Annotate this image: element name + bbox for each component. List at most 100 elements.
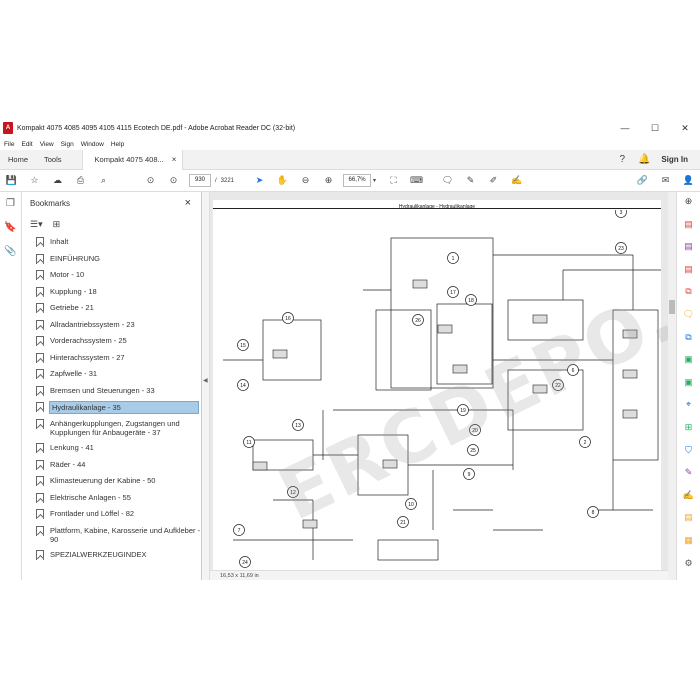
- protect-shield-icon[interactable]: ⛉: [677, 441, 700, 464]
- bookmark-label: Vorderachssystem - 25: [50, 336, 127, 345]
- collapse-panel-icon[interactable]: ◀: [203, 377, 208, 384]
- bookmark-item[interactable]: Kupplung - 18: [22, 284, 201, 301]
- bookmark-item[interactable]: Hydraulikanlage - 35: [22, 399, 201, 416]
- export-pdf-icon[interactable]: ▤: [677, 215, 700, 238]
- comment-icon[interactable]: 🗨: [436, 175, 459, 186]
- bookmark-label: Räder - 44: [50, 459, 86, 469]
- save-icon[interactable]: 💾: [0, 175, 23, 186]
- rich-media-icon[interactable]: ⊞: [677, 418, 700, 441]
- bookmark-item[interactable]: SPEZIALWERKZEUGINDEX: [22, 547, 201, 564]
- page-thumbnails-icon[interactable]: ❐: [0, 192, 21, 216]
- bookmark-item[interactable]: Elektrische Anlagen - 55: [22, 490, 201, 507]
- zoom-search-tool-icon[interactable]: ⊕: [677, 192, 700, 215]
- bookmark-item[interactable]: Anhängerkupplungen, Zugstangen und Kuppl…: [22, 416, 201, 440]
- tab-document[interactable]: Kompakt 4075 408... ×: [81, 149, 184, 170]
- upload-cloud-icon[interactable]: ☁: [46, 175, 69, 186]
- sign-icon[interactable]: ✍: [505, 175, 528, 186]
- zoom-dropdown-icon[interactable]: ▾: [373, 177, 376, 184]
- page-separator: /: [215, 177, 217, 184]
- add-user-icon[interactable]: 👤: [677, 175, 700, 186]
- bookmark-item[interactable]: Getriebe - 21: [22, 300, 201, 317]
- comment-tool-icon[interactable]: 🗨: [677, 305, 700, 328]
- print-icon[interactable]: ⎙: [69, 175, 92, 186]
- bookmark-item[interactable]: Klimasteuerung der Kabine - 50: [22, 473, 201, 490]
- previous-page-icon[interactable]: ⊙: [139, 175, 162, 186]
- callout-label: 15: [240, 343, 246, 349]
- menu-help[interactable]: Help: [111, 141, 124, 148]
- menu-window[interactable]: Window: [81, 141, 104, 148]
- maximize-button[interactable]: ☐: [640, 123, 670, 134]
- select-cursor-icon[interactable]: ➤: [248, 175, 271, 186]
- callout-label: 7: [238, 528, 241, 534]
- bookmark-label: Hinterachssystem - 27: [50, 352, 125, 362]
- next-page-icon[interactable]: ⊙: [162, 175, 185, 186]
- menu-file[interactable]: File: [4, 141, 14, 148]
- tab-home[interactable]: Home: [0, 150, 36, 170]
- menu-view[interactable]: View: [40, 141, 54, 148]
- enhance-scan-icon[interactable]: ⌖: [677, 395, 700, 418]
- bookmark-label: EINFÜHRUNG: [50, 253, 100, 263]
- compress-pdf-icon[interactable]: ▣: [677, 350, 700, 373]
- bookmark-icon: [36, 253, 44, 264]
- highlight-pen-icon[interactable]: ✎: [459, 175, 482, 186]
- notifications-bell-icon[interactable]: 🔔: [633, 154, 655, 165]
- organize-pages-icon[interactable]: ⧉: [677, 328, 700, 351]
- sign-in-button[interactable]: Sign In: [661, 155, 688, 164]
- send-for-review-icon[interactable]: ▤: [677, 508, 700, 531]
- new-bookmark-icon[interactable]: ⊞: [53, 219, 61, 230]
- panel-splitter[interactable]: ◀: [202, 192, 210, 580]
- bookmarks-close-icon[interactable]: ×: [185, 197, 191, 209]
- bookmark-item[interactable]: Motor - 10: [22, 267, 201, 284]
- bookmark-item[interactable]: Hinterachssystem - 27: [22, 350, 201, 367]
- scrollbar-thumb[interactable]: [669, 300, 675, 314]
- bookmark-options-icon[interactable]: ☰▾: [30, 219, 43, 230]
- bookmark-item[interactable]: Zapfwelle - 31: [22, 366, 201, 383]
- keyboard-icon[interactable]: ⌨: [405, 175, 428, 186]
- menu-sign[interactable]: Sign: [61, 141, 74, 148]
- request-signatures-icon[interactable]: ✍: [677, 486, 700, 509]
- fill-sign-icon[interactable]: ✎: [677, 463, 700, 486]
- bookmark-item[interactable]: Bremsen und Steuerungen - 33: [22, 383, 201, 400]
- scan-ocr-icon[interactable]: ▣: [677, 373, 700, 396]
- page-number-input[interactable]: 930: [189, 174, 211, 187]
- hand-tool-icon[interactable]: ✋: [271, 175, 294, 186]
- create-pdf-icon[interactable]: ▤: [677, 237, 700, 260]
- close-window-button[interactable]: ✕: [670, 123, 700, 134]
- bookmark-item[interactable]: EINFÜHRUNG: [22, 251, 201, 268]
- bookmarks-panel-icon[interactable]: 🔖: [0, 216, 21, 240]
- find-search-icon[interactable]: ⌕: [92, 175, 115, 186]
- calendar-icon[interactable]: ▦: [677, 531, 700, 554]
- bookmark-item[interactable]: Allradantriebssystem - 23: [22, 317, 201, 334]
- fit-page-icon[interactable]: ⛶: [382, 175, 405, 186]
- mail-icon[interactable]: ✉: [654, 175, 677, 186]
- bookmark-item[interactable]: Lenkung - 41: [22, 440, 201, 457]
- attachments-paperclip-icon[interactable]: 📎: [0, 240, 21, 264]
- menu-edit[interactable]: Edit: [21, 141, 32, 148]
- bookmark-item[interactable]: Inhalt: [22, 234, 201, 251]
- bookmark-item[interactable]: Vorderachssystem - 25: [22, 333, 201, 350]
- tab-close-icon[interactable]: ×: [172, 150, 177, 170]
- bookmark-icon: [36, 336, 44, 346]
- minimize-button[interactable]: —: [610, 123, 640, 133]
- more-tools-icon[interactable]: ⚙: [677, 554, 700, 577]
- link-icon[interactable]: 🔗: [631, 175, 654, 186]
- vertical-scrollbar[interactable]: [668, 192, 676, 580]
- tab-tools[interactable]: Tools: [36, 150, 70, 170]
- zoom-level-input[interactable]: 66,7%: [343, 174, 372, 187]
- edit-pdf-icon[interactable]: ▤: [677, 260, 700, 283]
- callout-label: 2: [584, 440, 587, 446]
- document-view[interactable]: Hydraulikanlage - Hydraulikanlage 123678…: [210, 192, 668, 570]
- bookmark-item[interactable]: Plattform, Kabine, Karosserie und Aufkle…: [22, 523, 201, 547]
- combine-files-icon[interactable]: ⧉: [677, 282, 700, 305]
- bookmark-icon: [36, 509, 44, 519]
- valve-symbol: [412, 279, 428, 289]
- bookmark-item[interactable]: Räder - 44: [22, 457, 201, 474]
- bookmark-item[interactable]: Frontlader und Löffel - 82: [22, 506, 201, 523]
- zoom-out-icon[interactable]: ⊖: [294, 175, 317, 186]
- bookmark-icon: [36, 270, 44, 280]
- draw-icon[interactable]: ✐: [482, 175, 505, 186]
- help-icon[interactable]: ?: [611, 154, 633, 165]
- bookmark-star-icon[interactable]: ☆: [23, 175, 46, 186]
- zoom-in-icon[interactable]: ⊕: [317, 175, 340, 186]
- bookmark-label: Hydraulikanlage - 35: [49, 401, 199, 414]
